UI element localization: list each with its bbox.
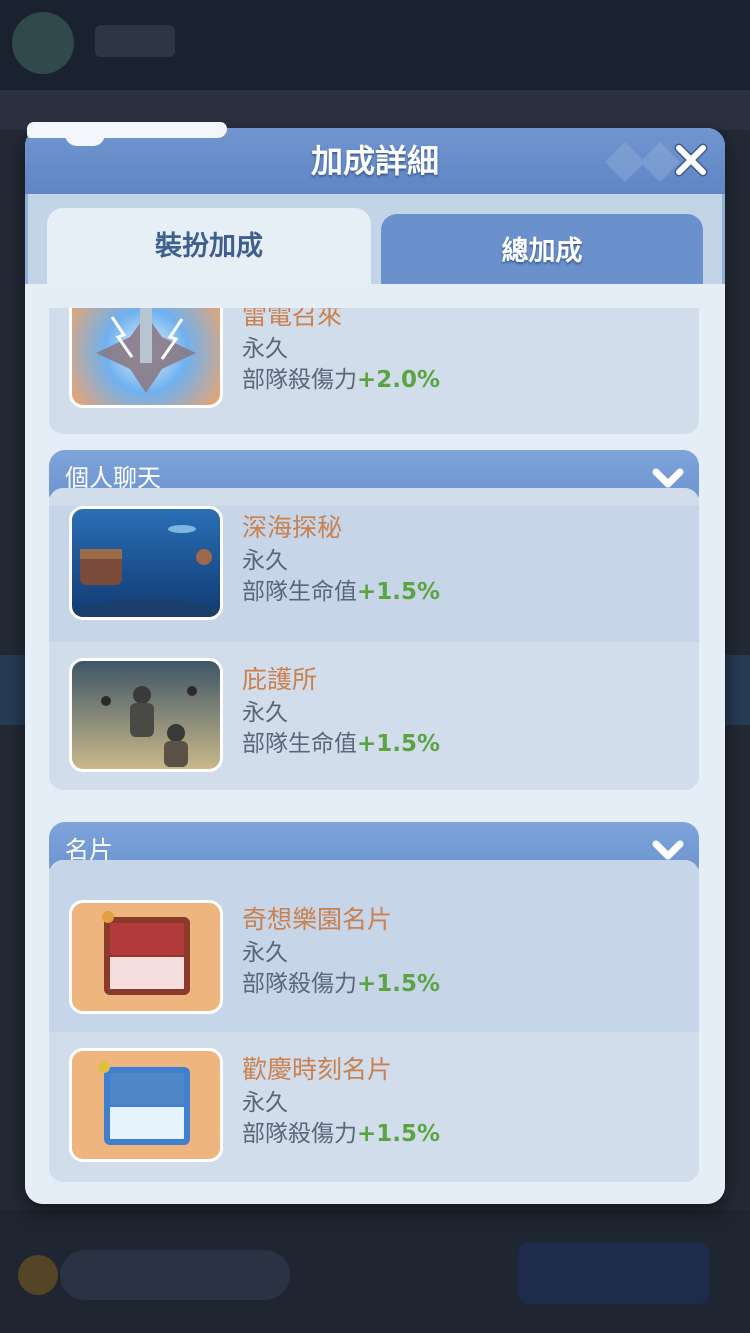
item-effect: 部隊生命值+1.5%: [242, 572, 440, 606]
item-duration: 永久: [242, 1090, 288, 1116]
list-item: 雷電召來 永久 部隊殺傷力+2.0%: [49, 308, 699, 428]
list-item: 奇想樂園名片 永久 部隊殺傷力+1.5%: [49, 860, 699, 1032]
effect-value: +1.5%: [357, 579, 441, 605]
item-thumbnail: [69, 1048, 223, 1162]
item-duration: 永久: [242, 940, 288, 966]
close-button[interactable]: [667, 136, 715, 184]
item-effect: 部隊殺傷力+2.0%: [242, 360, 440, 394]
item-name: 奇想樂園名片: [242, 905, 393, 934]
effect-value: +1.5%: [357, 971, 441, 997]
modal-title: 加成詳細: [310, 142, 439, 180]
tab-content-panel: 雷電召來 永久 部隊殺傷力+2.0% 個人聊天 深海探秘 永久 部隊生命值+1.…: [25, 284, 725, 1204]
celebration-card-image: [98, 1061, 190, 1145]
effect-value: +1.5%: [357, 1121, 441, 1147]
item-effect: 部隊殺傷力+1.5%: [242, 1114, 440, 1148]
item-name: 歡慶時刻名片: [242, 1055, 393, 1084]
deep-sea-image: [72, 525, 220, 617]
list-item: 庇護所 永久 部隊生命值+1.5%: [49, 642, 699, 790]
item-duration: 永久: [242, 548, 288, 574]
item-effect: 部隊生命值+1.5%: [242, 724, 440, 758]
item-effect: 部隊殺傷力+1.5%: [242, 964, 440, 998]
item-duration: 永久: [242, 336, 288, 362]
card-group-name-card: 奇想樂園名片 永久 部隊殺傷力+1.5% 歡慶時刻名片 永久 部隊殺傷力+1.5…: [49, 860, 699, 1182]
effect-label: 部隊殺傷力: [242, 367, 357, 393]
bonus-details-modal: 加成詳細 裝扮加成 總加成 雷電召來 永久 部隊殺傷力+2.0% 個人聊天 深海…: [25, 122, 725, 1204]
card-group-partial: 雷電召來 永久 部隊殺傷力+2.0%: [49, 308, 699, 434]
effect-label: 部隊殺傷力: [242, 1121, 357, 1147]
item-thumbnail: [69, 900, 223, 1014]
tab-bar: 裝扮加成 總加成: [47, 208, 703, 288]
background-resource-pill: [60, 1250, 290, 1300]
background-avatar: [12, 12, 74, 74]
tab-outfit-bonus[interactable]: 裝扮加成: [47, 208, 371, 288]
item-thumbnail: [69, 658, 223, 772]
modal-header: 加成詳細: [25, 122, 725, 194]
item-duration: 永久: [242, 700, 288, 726]
item-thumbnail: [69, 308, 223, 408]
card-group-personal-chat: 深海探秘 永久 部隊生命值+1.5% 庇護所 永久 部隊生命值+1.5%: [49, 488, 699, 790]
background-player-name: [95, 25, 175, 57]
list-item: 歡慶時刻名片 永久 部隊殺傷力+1.5%: [49, 1032, 699, 1182]
shelter-image: [101, 686, 197, 767]
item-name: 庇護所: [242, 665, 318, 694]
lightning-city-image: [96, 308, 196, 393]
effect-label: 部隊生命值: [242, 579, 357, 605]
background-coin-icon: [18, 1255, 58, 1295]
tab-total-bonus[interactable]: 總加成: [381, 214, 703, 284]
item-name: 深海探秘: [242, 513, 343, 542]
list-item: 深海探秘 永久 部隊生命值+1.5%: [49, 506, 699, 642]
close-icon: [674, 143, 708, 177]
effect-value: +2.0%: [357, 367, 441, 393]
effect-label: 部隊生命值: [242, 731, 357, 757]
bonus-list[interactable]: 雷電召來 永久 部隊殺傷力+2.0% 個人聊天 深海探秘 永久 部隊生命值+1.…: [49, 308, 699, 1184]
effect-label: 部隊殺傷力: [242, 971, 357, 997]
item-thumbnail: [69, 506, 223, 620]
effect-value: +1.5%: [357, 731, 441, 757]
background-button: [518, 1242, 710, 1304]
wonderland-card-image: [102, 911, 190, 995]
